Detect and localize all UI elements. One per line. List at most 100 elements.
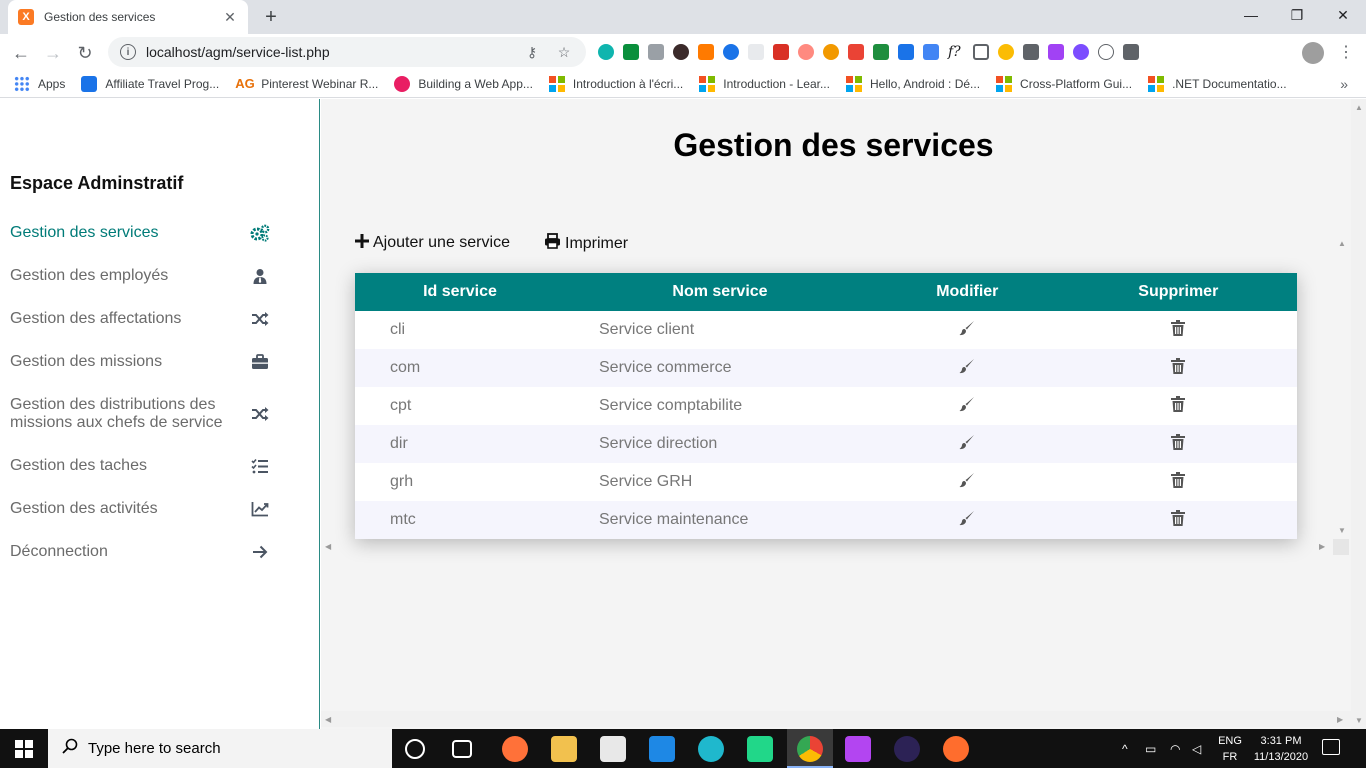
violet-circle-extension-icon[interactable] [1073, 44, 1089, 60]
bookmark-pinterest[interactable]: AG Pinterest Webinar R... [235, 76, 378, 92]
purple-extension-icon[interactable] [1048, 44, 1064, 60]
page-horizontal-scrollbar[interactable]: ◀ ▶ [321, 711, 1351, 727]
sidebar-item-affectations[interactable]: Gestion des affectations [10, 309, 270, 329]
delete-trash-icon[interactable] [1171, 509, 1186, 530]
s-extension-icon[interactable] [873, 44, 889, 60]
firefox-icon[interactable] [502, 736, 528, 762]
page-vertical-scrollbar[interactable]: ▲ ▼ [1351, 99, 1366, 729]
bookmark-star-icon[interactable]: ☆ [554, 44, 574, 61]
delete-trash-icon[interactable] [1171, 433, 1186, 454]
store-icon[interactable] [600, 736, 626, 762]
address-bar[interactable]: i localhost/agm/service-list.php ⚷ ☆ [108, 37, 586, 67]
bookmark-net-docs[interactable]: .NET Documentatio... [1148, 75, 1287, 92]
screenshot-extension-icon[interactable] [973, 44, 989, 60]
edge-icon[interactable] [698, 736, 724, 762]
sidebar-item-employes[interactable]: Gestion des employés [10, 266, 270, 286]
phpstorm-icon[interactable] [845, 736, 871, 762]
new-tab-button[interactable]: + [258, 4, 284, 30]
profile-avatar[interactable] [1302, 42, 1324, 64]
bookmark-cross-platform[interactable]: Cross-Platform Gui... [996, 75, 1132, 92]
sidebar-item-missions[interactable]: Gestion des missions [10, 352, 270, 372]
bookmark-introduction-learn[interactable]: Introduction - Lear... [699, 75, 830, 92]
cortana-icon[interactable] [405, 739, 425, 759]
scroll-up-icon[interactable]: ▲ [1338, 239, 1346, 248]
h-extension-icon[interactable] [1098, 44, 1114, 60]
key-icon[interactable]: ⚷ [522, 44, 542, 61]
site-info-icon[interactable]: i [120, 44, 136, 60]
task-view-icon[interactable] [452, 740, 472, 758]
blue-drop-extension-icon[interactable] [723, 44, 739, 60]
extensions-puzzle-icon[interactable] [1123, 44, 1139, 60]
scroll-right-icon[interactable]: ▶ [1319, 542, 1325, 551]
pycharm-icon[interactable] [747, 736, 773, 762]
mail-icon[interactable] [649, 736, 675, 762]
more-bookmarks-icon[interactable]: » [1340, 76, 1348, 92]
k-extension-icon[interactable] [673, 44, 689, 60]
add-service-button[interactable]: Ajouter une service [355, 233, 510, 253]
orange-circle-extension-icon[interactable] [823, 44, 839, 60]
language-indicator[interactable]: ENG FR [1215, 733, 1245, 765]
pdf-extension-icon[interactable] [848, 44, 864, 60]
eyes-extension-icon[interactable] [998, 44, 1014, 60]
delete-trash-icon[interactable] [1171, 395, 1186, 416]
function-extension-icon[interactable]: f? [948, 44, 964, 60]
sidebar-item-services[interactable]: Gestion des services [10, 223, 270, 243]
bookmark-building-web-app[interactable]: Building a Web App... [394, 75, 533, 92]
scroll-down-icon[interactable]: ▼ [1338, 526, 1346, 535]
volume-icon[interactable]: ◁ [1192, 729, 1201, 768]
bookmark-apps[interactable]: Apps [14, 75, 65, 92]
back-button[interactable]: ← [8, 40, 34, 66]
delete-trash-icon[interactable] [1171, 471, 1186, 492]
puzzle-blue-extension-icon[interactable] [923, 44, 939, 60]
flag-extension-icon[interactable] [623, 44, 639, 60]
redir-extension-icon[interactable] [773, 44, 789, 60]
wifi-icon[interactable]: ◠ [1170, 729, 1180, 768]
bookmark-introduction-ecri[interactable]: Introduction à l'écri... [548, 75, 683, 92]
table-vertical-scrollbar[interactable]: ▲ ▼ [1335, 239, 1349, 535]
off-extension-icon[interactable] [698, 44, 714, 60]
rings-extension-icon[interactable] [798, 44, 814, 60]
table-horizontal-scrollbar[interactable]: ◀ ▶ [321, 539, 1349, 555]
edit-brush-icon[interactable] [959, 472, 975, 492]
forward-button[interactable]: → [40, 40, 66, 66]
camera-extension-icon[interactable] [648, 44, 664, 60]
edit-brush-icon[interactable] [959, 510, 975, 530]
page-scroll-down-icon[interactable]: ▼ [1355, 716, 1363, 725]
edit-brush-icon[interactable] [959, 358, 975, 378]
bookmark-hello-android[interactable]: Hello, Android : Dé... [845, 75, 980, 92]
close-tab-icon[interactable]: ✕ [222, 9, 238, 26]
grid-extension-icon[interactable] [748, 44, 764, 60]
page-scroll-right-icon[interactable]: ▶ [1337, 715, 1343, 724]
delete-trash-icon[interactable] [1171, 319, 1186, 340]
grammar-extension-icon[interactable] [598, 44, 614, 60]
battery-icon[interactable]: ▭ [1145, 729, 1156, 768]
eyedropper-extension-icon[interactable] [1023, 44, 1039, 60]
print-button[interactable]: Imprimer [544, 233, 628, 254]
start-button[interactable] [0, 729, 48, 768]
postman-icon[interactable] [943, 736, 969, 762]
new-extension-icon[interactable] [898, 44, 914, 60]
scroll-left-icon[interactable]: ◀ [325, 542, 331, 551]
chrome-icon[interactable] [797, 736, 823, 762]
minimize-button[interactable]: — [1228, 0, 1274, 30]
delete-trash-icon[interactable] [1171, 357, 1186, 378]
sidebar-item-deconnection[interactable]: Déconnection [10, 542, 270, 562]
edit-brush-icon[interactable] [959, 320, 975, 340]
bookmark-affiliate[interactable]: Affiliate Travel Prog... [81, 75, 219, 92]
edit-brush-icon[interactable] [959, 396, 975, 416]
file-explorer-icon[interactable] [551, 736, 577, 762]
system-clock[interactable]: 3:31 PM 11/13/2020 [1250, 733, 1312, 765]
sidebar-item-taches[interactable]: Gestion des taches [10, 456, 270, 476]
reload-button[interactable]: ↻ [72, 40, 98, 66]
eclipse-icon[interactable] [894, 736, 920, 762]
taskbar-search[interactable]: Type here to search [48, 729, 392, 768]
page-scroll-left-icon[interactable]: ◀ [325, 715, 331, 724]
show-hidden-icons-icon[interactable]: ^ [1122, 729, 1128, 768]
sidebar-item-activites[interactable]: Gestion des activités [10, 499, 270, 519]
close-window-button[interactable]: ✕ [1320, 0, 1366, 30]
edit-brush-icon[interactable] [959, 434, 975, 454]
sidebar-item-distributions[interactable]: Gestion des distributions des missions a… [10, 396, 270, 432]
notification-center-icon[interactable] [1322, 739, 1340, 755]
page-scroll-up-icon[interactable]: ▲ [1355, 103, 1363, 112]
browser-tab[interactable]: X Gestion des services ✕ [8, 0, 248, 34]
